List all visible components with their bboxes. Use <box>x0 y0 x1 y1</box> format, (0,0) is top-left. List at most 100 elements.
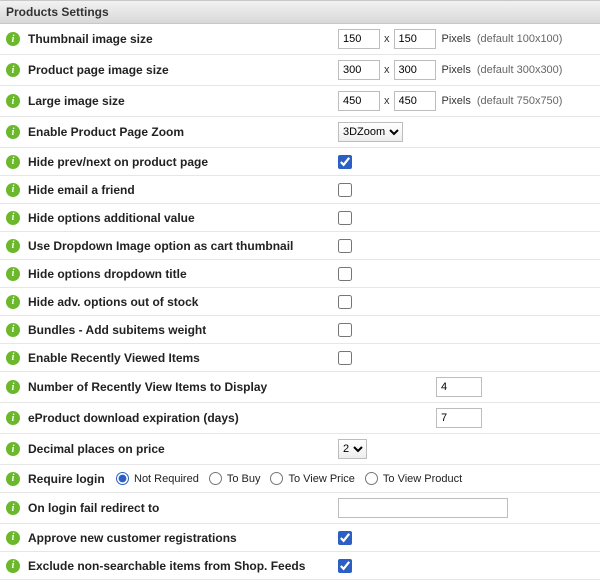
hide-adv-oos-checkbox[interactable] <box>338 295 352 309</box>
info-icon[interactable]: i <box>6 559 20 573</box>
label-hide-adv-oos: Hide adv. options out of stock <box>28 295 338 309</box>
radio-to-buy[interactable]: To Buy <box>209 472 261 485</box>
row-hide-options-value: i Hide options additional value <box>0 204 600 232</box>
productpage-height-input[interactable] <box>394 60 436 80</box>
radio-to-view-price-label: To View Price <box>288 473 354 485</box>
require-login-radio-group: Not Required To Buy To View Price To Vie… <box>116 472 594 485</box>
label-recent-count: Number of Recently View Items to Display <box>28 380 338 394</box>
recently-viewed-checkbox[interactable] <box>338 351 352 365</box>
thumbnail-width-input[interactable] <box>338 29 380 49</box>
label-hide-prev-next: Hide prev/next on product page <box>28 155 338 169</box>
large-height-input[interactable] <box>394 91 436 111</box>
row-approve-registrations: i Approve new customer registrations <box>0 524 600 552</box>
radio-not-required-label: Not Required <box>134 473 199 485</box>
row-recent-count: i Number of Recently View Items to Displ… <box>0 372 600 403</box>
eproduct-expire-input[interactable] <box>436 408 482 428</box>
thumbnail-height-input[interactable] <box>394 29 436 49</box>
x-separator: x <box>384 95 390 107</box>
row-eproduct-expire: i eProduct download expiration (days) <box>0 403 600 434</box>
recent-count-input[interactable] <box>436 377 482 397</box>
label-approve-registrations: Approve new customer registrations <box>28 531 338 545</box>
pixels-label: Pixels <box>442 33 471 45</box>
radio-to-view-price[interactable]: To View Price <box>270 472 354 485</box>
info-icon[interactable]: i <box>6 183 20 197</box>
x-separator: x <box>384 64 390 76</box>
control-productpage-size: x Pixels (default 300x300) <box>338 60 594 80</box>
info-icon[interactable]: i <box>6 211 20 225</box>
label-eproduct-expire: eProduct download expiration (days) <box>28 411 338 425</box>
label-login-fail-redirect: On login fail redirect to <box>28 501 338 515</box>
radio-to-view-product-input[interactable] <box>365 472 378 485</box>
info-icon[interactable]: i <box>6 472 20 486</box>
row-productpage-size: i Product page image size x Pixels (defa… <box>0 55 600 86</box>
pixels-label: Pixels <box>442 95 471 107</box>
row-hide-prev-next: i Hide prev/next on product page <box>0 148 600 176</box>
label-hide-email-friend: Hide email a friend <box>28 183 338 197</box>
productpage-width-input[interactable] <box>338 60 380 80</box>
label-recently-viewed: Enable Recently Viewed Items <box>28 351 338 365</box>
decimal-places-select[interactable]: 2 <box>338 439 367 459</box>
info-icon[interactable]: i <box>6 442 20 456</box>
login-fail-redirect-input[interactable] <box>338 498 508 518</box>
row-require-login: i Require login Not Required To Buy To V… <box>0 465 600 493</box>
label-hide-dropdown-title: Hide options dropdown title <box>28 267 338 281</box>
info-icon[interactable]: i <box>6 380 20 394</box>
row-hide-adv-oos: i Hide adv. options out of stock <box>0 288 600 316</box>
radio-to-buy-input[interactable] <box>209 472 222 485</box>
row-login-fail-redirect: i On login fail redirect to <box>0 493 600 524</box>
hide-dropdown-title-checkbox[interactable] <box>338 267 352 281</box>
label-large-size: Large image size <box>28 94 338 108</box>
radio-to-view-product-label: To View Product <box>383 473 462 485</box>
settings-rows: i Thumbnail image size x Pixels (default… <box>0 24 600 580</box>
info-icon[interactable]: i <box>6 94 20 108</box>
label-dropdown-cart-thumb: Use Dropdown Image option as cart thumbn… <box>28 239 338 253</box>
page-zoom-select[interactable]: 3DZoom <box>338 122 403 142</box>
row-dropdown-cart-thumb: i Use Dropdown Image option as cart thum… <box>0 232 600 260</box>
control-large-size: x Pixels (default 750x750) <box>338 91 594 111</box>
bundles-weight-checkbox[interactable] <box>338 323 352 337</box>
info-icon[interactable]: i <box>6 32 20 46</box>
label-productpage-size: Product page image size <box>28 63 338 77</box>
info-icon[interactable]: i <box>6 125 20 139</box>
label-bundles-weight: Bundles - Add subitems weight <box>28 323 338 337</box>
row-bundles-weight: i Bundles - Add subitems weight <box>0 316 600 344</box>
info-icon[interactable]: i <box>6 267 20 281</box>
row-exclude-feeds: i Exclude non-searchable items from Shop… <box>0 552 600 580</box>
hide-prev-next-checkbox[interactable] <box>338 155 352 169</box>
large-hint: (default 750x750) <box>477 95 563 107</box>
pixels-label: Pixels <box>442 64 471 76</box>
radio-not-required[interactable]: Not Required <box>116 472 199 485</box>
label-thumbnail-size: Thumbnail image size <box>28 32 338 46</box>
label-page-zoom: Enable Product Page Zoom <box>28 125 338 139</box>
hide-email-friend-checkbox[interactable] <box>338 183 352 197</box>
thumbnail-hint: (default 100x100) <box>477 33 563 45</box>
dropdown-cart-thumb-checkbox[interactable] <box>338 239 352 253</box>
radio-not-required-input[interactable] <box>116 472 129 485</box>
large-width-input[interactable] <box>338 91 380 111</box>
hide-options-value-checkbox[interactable] <box>338 211 352 225</box>
info-icon[interactable]: i <box>6 501 20 515</box>
info-icon[interactable]: i <box>6 63 20 77</box>
x-separator: x <box>384 33 390 45</box>
info-icon[interactable]: i <box>6 295 20 309</box>
radio-to-view-product[interactable]: To View Product <box>365 472 462 485</box>
radio-to-view-price-input[interactable] <box>270 472 283 485</box>
info-icon[interactable]: i <box>6 531 20 545</box>
row-page-zoom: i Enable Product Page Zoom 3DZoom <box>0 117 600 148</box>
label-require-login: Require login <box>28 472 116 486</box>
row-recently-viewed: i Enable Recently Viewed Items <box>0 344 600 372</box>
row-hide-email-friend: i Hide email a friend <box>0 176 600 204</box>
approve-registrations-checkbox[interactable] <box>338 531 352 545</box>
productpage-hint: (default 300x300) <box>477 64 563 76</box>
info-icon[interactable]: i <box>6 239 20 253</box>
info-icon[interactable]: i <box>6 323 20 337</box>
info-icon[interactable]: i <box>6 155 20 169</box>
label-decimal-places: Decimal places on price <box>28 442 338 456</box>
control-page-zoom: 3DZoom <box>338 122 594 142</box>
exclude-feeds-checkbox[interactable] <box>338 559 352 573</box>
info-icon[interactable]: i <box>6 411 20 425</box>
radio-to-buy-label: To Buy <box>227 473 261 485</box>
row-decimal-places: i Decimal places on price 2 <box>0 434 600 465</box>
info-icon[interactable]: i <box>6 351 20 365</box>
panel-title: Products Settings <box>6 5 109 19</box>
